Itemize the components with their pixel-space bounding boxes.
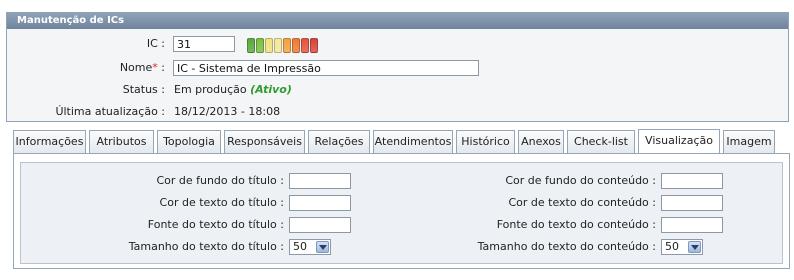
tab-visualizacao[interactable]: Visualização — [638, 129, 720, 155]
ic-row: IC : — [7, 35, 788, 53]
chevron-down-icon[interactable] — [688, 241, 701, 253]
title-size-label: Tamanho do texto do título : — [128, 240, 284, 253]
content-bg-color-label: Cor de fundo do conteúdo : — [505, 174, 656, 187]
updated-value: 18/12/2013 - 18:08 — [174, 105, 281, 118]
tab-relacoes[interactable]: Relações — [308, 130, 370, 154]
priority-led-1 — [247, 38, 255, 53]
content-size-label: Tamanho do texto do conteúdo : — [477, 240, 656, 253]
ic-input[interactable] — [173, 36, 235, 52]
content-bg-color-input[interactable] — [661, 173, 723, 189]
content-size-value: 50 — [665, 240, 679, 253]
content-size-select[interactable]: 50 — [661, 239, 703, 255]
tab-imagem[interactable]: Imagem — [723, 130, 775, 154]
panel-title: Manutenção de ICs — [7, 13, 788, 29]
tab-anexos[interactable]: Anexos — [518, 130, 564, 154]
title-font-label: Fonte do texto do título : — [147, 218, 284, 231]
tab-atendimentos[interactable]: Atendimentos — [373, 130, 453, 154]
status-label: Status : — [122, 83, 165, 96]
tab-responsaveis[interactable]: Responsáveis — [224, 130, 305, 154]
status-row: Status : Em produção (Ativo) — [7, 81, 788, 99]
status-value: Em produção (Ativo) — [174, 83, 292, 96]
ic-maintenance-panel: Manutenção de ICs IC : Nome* : Status : … — [6, 12, 789, 122]
priority-led-7 — [301, 38, 309, 53]
status-active-badge: (Ativo) — [250, 83, 292, 96]
tab-atributos[interactable]: Atributos — [89, 130, 154, 154]
visualization-settings-box: Cor de fundo do título : Cor de texto do… — [20, 162, 783, 264]
title-size-value: 50 — [293, 240, 307, 253]
required-marker: * — [152, 61, 158, 74]
priority-led-2 — [256, 38, 264, 53]
priority-led-4 — [274, 38, 282, 53]
title-size-select[interactable]: 50 — [289, 239, 331, 255]
nome-input[interactable] — [173, 60, 479, 76]
nome-row: Nome* : — [7, 59, 788, 77]
priority-led-8 — [310, 38, 318, 53]
title-text-color-input[interactable] — [289, 195, 351, 211]
tab-content-visualizacao: Cor de fundo do título : Cor de texto do… — [13, 153, 790, 269]
content-text-color-input[interactable] — [661, 195, 723, 211]
priority-led-5 — [283, 38, 291, 53]
tab-informacoes[interactable]: Informações — [13, 130, 86, 154]
title-bg-color-label: Cor de fundo do título : — [156, 174, 284, 187]
nome-label: Nome* : — [119, 61, 165, 74]
content-font-input[interactable] — [661, 217, 723, 233]
title-text-color-label: Cor de texto do título : — [159, 196, 284, 209]
tab-historico[interactable]: Histórico — [456, 130, 515, 154]
priority-indicator — [247, 38, 319, 53]
title-bg-color-input[interactable] — [289, 173, 351, 189]
content-text-color-label: Cor de texto do conteúdo : — [508, 196, 656, 209]
content-font-label: Fonte do texto do conteúdo : — [496, 218, 656, 231]
priority-led-3 — [265, 38, 273, 53]
updated-row: Última atualização : 18/12/2013 - 18:08 — [7, 103, 788, 121]
updated-label: Última atualização : — [55, 105, 165, 118]
title-font-input[interactable] — [289, 217, 351, 233]
tab-check-list[interactable]: Check-list — [567, 130, 635, 154]
priority-led-6 — [292, 38, 300, 53]
tab-topologia[interactable]: Topologia — [157, 130, 221, 154]
ic-label: IC : — [146, 37, 165, 50]
chevron-down-icon[interactable] — [316, 241, 329, 253]
